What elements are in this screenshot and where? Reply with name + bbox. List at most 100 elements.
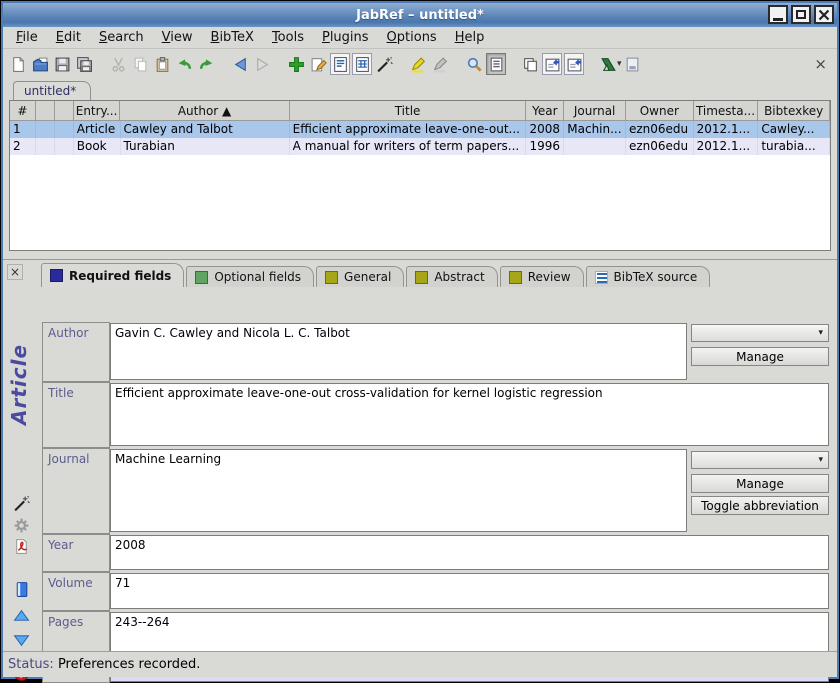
editor-tab-optional-fields[interactable]: Optional fields — [186, 266, 314, 287]
editor-tab-general[interactable]: General — [316, 266, 404, 287]
toggle-groups-button[interactable] — [486, 53, 506, 75]
open-pdf-button[interactable] — [11, 536, 31, 556]
editor-tab-required-fields[interactable]: Required fields — [41, 263, 184, 287]
journal-field-input[interactable]: Machine Learning — [110, 449, 687, 532]
menu-tools[interactable]: Tools — [263, 28, 313, 47]
copy-citation-button[interactable] — [520, 53, 540, 75]
save-database-button[interactable] — [52, 53, 72, 75]
table-cell[interactable] — [36, 138, 55, 155]
settings-button[interactable] — [11, 515, 31, 535]
new-database-button[interactable] — [8, 53, 28, 75]
generate-key-button[interactable] — [11, 493, 31, 513]
editor-tab-review[interactable]: Review — [500, 266, 584, 287]
table-cell[interactable]: ezn06edu — [626, 121, 694, 138]
splitter-handle[interactable] — [3, 251, 837, 259]
table-cell[interactable]: 2012.1... — [694, 138, 759, 155]
column-header-bibtexkey[interactable]: Bibtexkey — [758, 101, 830, 121]
open-document-button[interactable] — [11, 579, 31, 599]
push-to-application-button[interactable] — [542, 53, 562, 75]
year-field-input[interactable]: 2008 — [110, 535, 829, 570]
new-entry-button[interactable] — [286, 53, 306, 75]
edit-entry-button[interactable] — [308, 53, 328, 75]
cut-button[interactable] — [108, 53, 128, 75]
table-row-2[interactable]: 2 BookTurabianA manual for writers of ter… — [10, 138, 830, 155]
undo-button[interactable] — [174, 53, 194, 75]
minimize-button[interactable] — [768, 5, 788, 24]
table-row-1[interactable]: 1 ArticleCawley and TalbotEfficient appro… — [10, 121, 830, 138]
menu-search[interactable]: Search — [90, 28, 153, 47]
table-cell[interactable]: 2 — [10, 138, 36, 155]
forward-button[interactable] — [252, 53, 272, 75]
open-office-writer-button[interactable] — [598, 53, 618, 75]
caret-down-icon[interactable]: ▾ — [617, 59, 622, 69]
column-header-entry[interactable]: Entry... — [74, 101, 121, 121]
table-cell[interactable]: 1996 — [526, 138, 564, 155]
editor-tab-bibtex-source[interactable]: BibTeX source — [586, 266, 711, 287]
table-cell[interactable] — [55, 138, 74, 155]
toolbar-close-button[interactable]: × — [804, 55, 837, 73]
volume-field-input[interactable]: 71 — [110, 573, 829, 609]
menu-view[interactable]: View — [153, 28, 202, 47]
table-cell[interactable] — [36, 121, 55, 138]
save-all-button[interactable] — [74, 53, 94, 75]
menu-options[interactable]: Options — [378, 28, 446, 47]
menu-help[interactable]: Help — [446, 28, 494, 47]
column-header-journal[interactable]: Journal — [564, 101, 626, 121]
menu-plugins[interactable]: Plugins — [313, 28, 378, 47]
menu-file[interactable]: File — [7, 28, 47, 47]
column-header-blank-1[interactable] — [36, 101, 55, 121]
title-field-input[interactable]: Efficient approximate leave-one-out cros… — [110, 383, 829, 446]
table-cell[interactable]: 1 — [10, 121, 36, 138]
title-bar[interactable]: JabRef – untitled* — [3, 3, 837, 27]
column-header-title[interactable]: Title — [290, 101, 527, 121]
next-entry-button[interactable] — [11, 629, 31, 649]
editor-close-button[interactable]: × — [7, 264, 23, 280]
table-cell[interactable]: Machin... — [564, 121, 626, 138]
journal-manage-button[interactable]: Manage — [691, 474, 829, 493]
menu-edit[interactable]: Edit — [47, 28, 90, 47]
toggle-abbreviation-button[interactable]: Toggle abbreviation — [691, 496, 829, 515]
pages-field-input[interactable]: 243--264 — [110, 612, 829, 655]
edit-strings-button[interactable] — [352, 53, 372, 75]
back-button[interactable] — [230, 53, 250, 75]
edit-preamble-button[interactable] — [330, 53, 350, 75]
table-cell[interactable]: Efficient approximate leave-one-out... — [290, 121, 527, 138]
column-header-author[interactable]: Author ▲ — [120, 101, 289, 121]
column-header-year[interactable]: Year — [526, 101, 564, 121]
table-cell[interactable]: Turabian — [121, 138, 290, 155]
table-cell[interactable] — [55, 121, 74, 138]
editor-tab-abstract[interactable]: Abstract — [406, 266, 497, 287]
table-cell[interactable]: Cawley and Talbot — [121, 121, 290, 138]
column-header-timesta[interactable]: Timesta... — [694, 101, 759, 121]
new-entry-wizard-button[interactable] — [374, 53, 394, 75]
menu-bibtex[interactable]: BibTeX — [202, 28, 263, 47]
copy-button[interactable] — [130, 53, 150, 75]
table-cell[interactable]: Book — [74, 138, 121, 155]
previous-entry-button[interactable] — [11, 606, 31, 626]
table-cell[interactable]: Cawley... — [758, 121, 830, 138]
author-manage-button[interactable]: Manage — [691, 347, 829, 366]
maximize-button[interactable] — [791, 5, 811, 24]
table-cell[interactable] — [564, 138, 626, 155]
push-document-button[interactable] — [623, 53, 643, 75]
table-cell[interactable]: 2012.1... — [694, 121, 759, 138]
author-field-input[interactable]: Gavin C. Cawley and Nicola L. C. Talbot — [110, 323, 687, 380]
push-to-application-2-button[interactable] — [564, 53, 584, 75]
column-header-blank-2[interactable] — [55, 101, 74, 121]
unmark-entries-button[interactable] — [430, 53, 450, 75]
table-cell[interactable]: 2008 — [526, 121, 564, 138]
search-button[interactable] — [464, 53, 484, 75]
file-tab-untitled[interactable]: untitled* — [13, 81, 91, 100]
redo-button[interactable] — [196, 53, 216, 75]
close-button[interactable] — [814, 5, 834, 24]
paste-button[interactable] — [152, 53, 172, 75]
table-cell[interactable]: Article — [74, 121, 121, 138]
table-cell[interactable]: A manual for writers of term papers... — [290, 138, 527, 155]
journal-combo[interactable]: ▾ — [691, 451, 829, 469]
column-header-owner[interactable]: Owner — [626, 101, 694, 121]
table-cell[interactable]: ezn06edu — [626, 138, 694, 155]
column-header-blank-0[interactable]: # — [10, 101, 36, 121]
open-database-button[interactable] — [30, 53, 50, 75]
author-name-format-combo[interactable]: ▾ — [691, 324, 829, 342]
table-cell[interactable]: turabia... — [758, 138, 830, 155]
